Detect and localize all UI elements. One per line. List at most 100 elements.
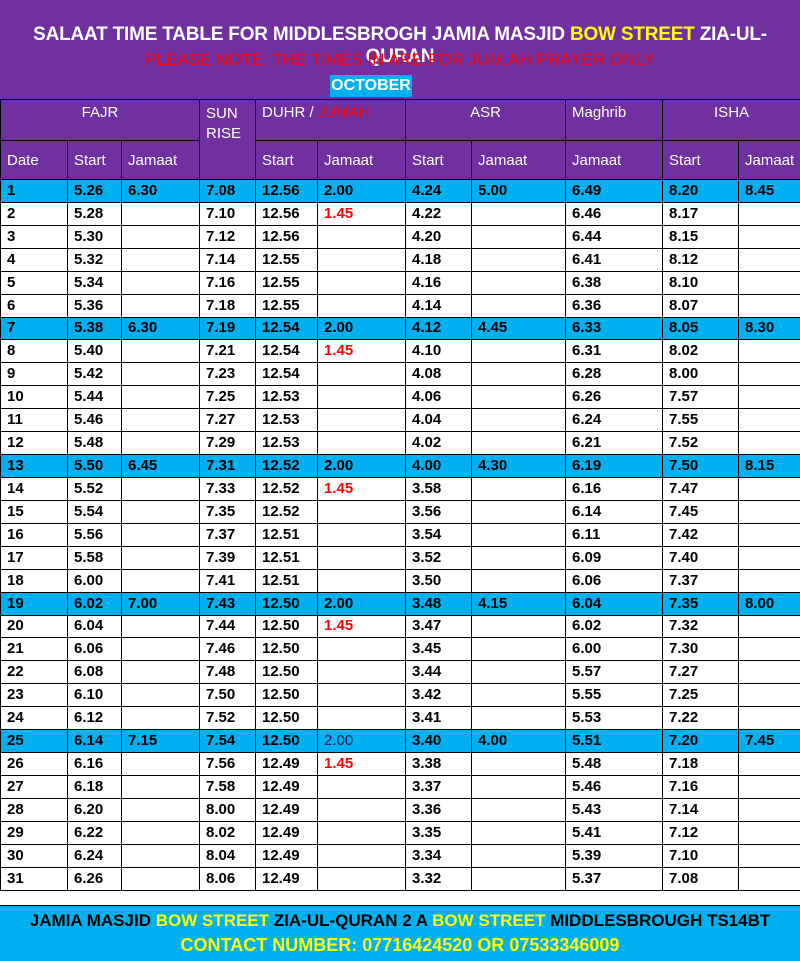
table-cell: 7.45 <box>738 729 800 754</box>
table-cell: 12.49 <box>255 797 318 822</box>
footer-text: JAMIA MASJID <box>29 911 156 930</box>
table-cell: 12.50 <box>255 660 318 685</box>
table-cell <box>316 408 407 433</box>
footer-banner: JAMIA MASJID BOW STREET ZIA-UL-QURAN 2 A… <box>0 905 800 961</box>
table-cell <box>121 637 200 662</box>
table-row: 11 5.46 7.27 12.53 4.04 6.24 7.55 <box>0 408 800 433</box>
table-cell <box>471 499 567 524</box>
table-cell: 6.46 <box>565 201 664 226</box>
table-cell <box>471 843 567 868</box>
table-cell: 6.19 <box>565 454 664 478</box>
table-cell <box>738 568 800 593</box>
table-cell: 5.51 <box>565 729 664 754</box>
table-cell: 4.18 <box>405 247 473 272</box>
table-cell: 7.37 <box>199 522 256 547</box>
table-cell: 8.07 <box>662 293 740 318</box>
table-cell: 6.30 <box>121 179 200 203</box>
jumah-label: JUMAH <box>317 104 370 121</box>
duhr-label: DUHR / <box>262 104 318 121</box>
table-cell: 7.56 <box>199 752 256 776</box>
table-cell: 7 <box>0 316 68 341</box>
table-cell <box>316 499 407 524</box>
table-row: 13 5.50 6.45 7.31 12.52 2.00 4.00 4.30 6.19 7.50 8… <box>0 454 800 478</box>
table-cell: 4.20 <box>405 224 473 249</box>
sunrise-header: SUN RISE <box>199 99 256 180</box>
table-cell: 1.45 <box>316 201 407 226</box>
table-cell: 2.00 <box>316 729 407 754</box>
table-cell: 4.00 <box>405 454 473 478</box>
table-cell: 12.52 <box>255 476 318 501</box>
table-cell <box>316 660 407 685</box>
table-cell: 12.55 <box>255 247 318 272</box>
table-cell: 5.37 <box>565 866 664 891</box>
table-cell: 2 <box>0 201 68 226</box>
table-cell: 2.00 <box>316 591 407 616</box>
table-cell: 4.22 <box>405 201 473 226</box>
table-cell <box>316 545 407 570</box>
table-cell: 4.45 <box>471 316 567 341</box>
table-cell: 7.14 <box>199 247 256 272</box>
table-cell: 5.36 <box>67 293 122 318</box>
table-cell: 5.43 <box>565 797 664 822</box>
table-cell: 7.35 <box>199 499 256 524</box>
table-cell: 4.14 <box>405 293 473 318</box>
table-cell: 6.31 <box>565 339 664 364</box>
table-cell: 7.18 <box>199 293 256 318</box>
table-cell <box>121 431 200 456</box>
table-cell: 4.24 <box>405 179 473 203</box>
table-cell: 30 <box>0 843 68 868</box>
table-cell: 31 <box>0 866 68 891</box>
table-cell <box>471 339 567 364</box>
table-row: 21 6.06 7.46 12.50 3.45 6.00 7.30 <box>0 637 800 662</box>
table-cell: 5.38 <box>67 316 122 341</box>
table-cell <box>738 431 800 456</box>
table-cell: 4.15 <box>471 591 567 616</box>
table-cell: 16 <box>0 522 68 547</box>
table-cell: 5.55 <box>565 683 664 708</box>
month-label: OCTOBER <box>330 75 412 97</box>
table-row: 9 5.42 7.23 12.54 4.08 6.28 8.00 <box>0 362 800 387</box>
table-cell: 8.02 <box>199 820 256 845</box>
table-cell: 6.38 <box>565 270 664 295</box>
table-cell: 19 <box>0 591 68 616</box>
table-cell: 1.45 <box>316 476 407 501</box>
table-row: 26 6.16 7.56 12.49 1.45 3.38 5.48 7.18 <box>0 752 800 776</box>
table-cell: 5.46 <box>565 774 664 799</box>
table-cell: 5.54 <box>67 499 122 524</box>
table-cell: 7.19 <box>199 316 256 341</box>
table-cell: 3.32 <box>405 866 473 891</box>
table-cell: 8.15 <box>738 454 800 478</box>
table-cell <box>121 385 200 410</box>
table-cell: 7.25 <box>199 385 256 410</box>
table-cell <box>471 637 567 662</box>
table-cell: 7.57 <box>662 385 740 410</box>
subheader-cell: Start <box>405 140 473 180</box>
table-cell: 6.21 <box>565 431 664 456</box>
table-cell: 6.49 <box>565 179 664 203</box>
table-cell: 8.05 <box>662 316 740 341</box>
table-cell: 3.36 <box>405 797 473 822</box>
table-cell: 5.30 <box>67 224 122 249</box>
table-row: 27 6.18 7.58 12.49 3.37 5.46 7.16 <box>0 774 800 799</box>
table-row: 4 5.32 7.14 12.55 4.18 6.41 8.12 <box>0 247 800 272</box>
table-cell: 8.04 <box>199 843 256 868</box>
table-cell: 7.14 <box>662 797 740 822</box>
table-cell: 12.49 <box>255 820 318 845</box>
table-cell: 12 <box>0 431 68 456</box>
table-cell <box>316 797 407 822</box>
table-cell <box>471 820 567 845</box>
table-cell <box>471 706 567 731</box>
table-cell: 10 <box>0 385 68 410</box>
table-row: 1 5.26 6.30 7.08 12.56 2.00 4.24 5.00 6.49 8.20 8.… <box>0 179 800 203</box>
table-cell: 7.35 <box>662 591 740 616</box>
table-cell: 12.53 <box>255 431 318 456</box>
table-cell: 12.54 <box>255 316 318 341</box>
footer-address: JAMIA MASJID BOW STREET ZIA-UL-QURAN 2 A… <box>0 911 800 931</box>
table-cell: 4.00 <box>471 729 567 754</box>
table-cell: 8.00 <box>662 362 740 387</box>
table-cell: 6.09 <box>565 545 664 570</box>
table-cell <box>738 293 800 318</box>
footer-text: MIDDLESBROUGH TS14BT <box>545 911 771 930</box>
table-cell: 3.35 <box>405 820 473 845</box>
table-cell: 20 <box>0 614 68 639</box>
